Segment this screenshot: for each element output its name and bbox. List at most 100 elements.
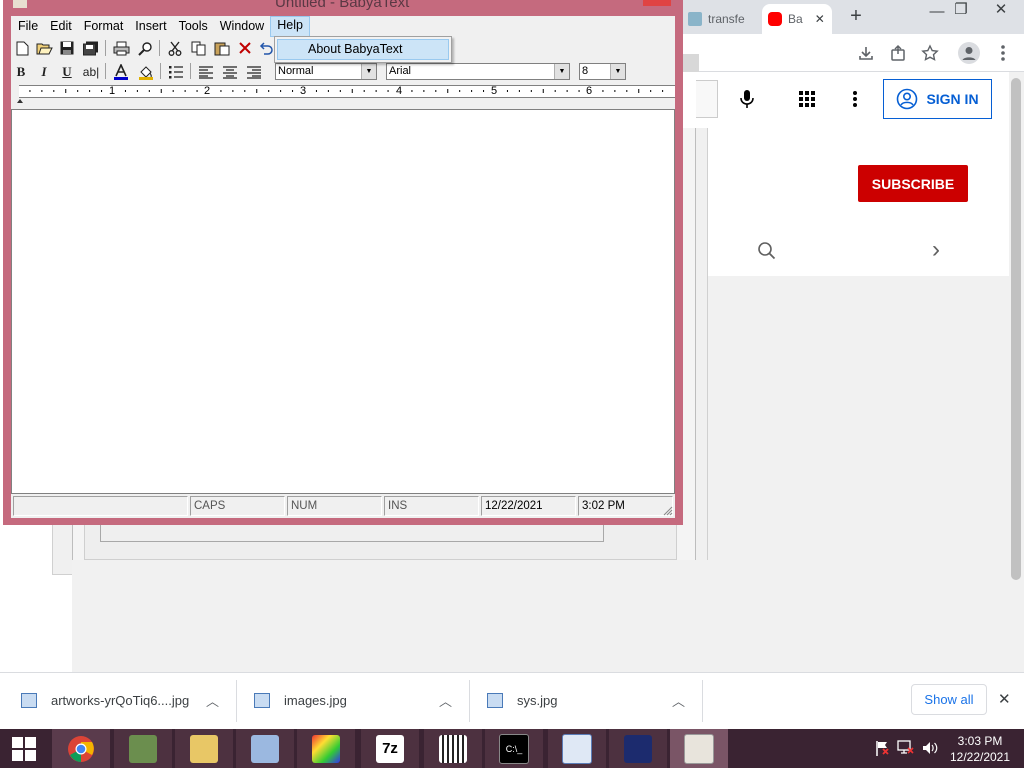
new-tab-button[interactable]: +	[846, 6, 866, 26]
font-color-icon[interactable]	[112, 64, 130, 80]
toolbar-separator	[105, 40, 106, 56]
volume-icon[interactable]	[921, 740, 939, 756]
menu-insert[interactable]: Insert	[129, 17, 172, 36]
taskbar-paint-brush[interactable]	[236, 729, 294, 768]
sign-in-button[interactable]: SIGN IN	[883, 79, 992, 119]
ruler-number: 2	[204, 85, 211, 97]
italic-button[interactable]: I	[36, 64, 52, 80]
restore-icon[interactable]: ❐	[952, 0, 970, 20]
close-window-icon[interactable]: ✕	[992, 0, 1010, 20]
apps-grid-icon[interactable]	[797, 89, 817, 109]
highlight-color-icon[interactable]	[137, 64, 155, 80]
menu-item-about[interactable]: About BabyaText	[277, 39, 449, 60]
save-all-icon[interactable]	[82, 40, 99, 56]
menu-window[interactable]: Window	[214, 17, 270, 36]
taskbar-chrome[interactable]	[52, 729, 110, 768]
taskbar-tree-app[interactable]	[114, 729, 172, 768]
taskbar-suite-app[interactable]	[609, 729, 667, 768]
piano-icon	[439, 734, 467, 763]
chevron-up-icon[interactable]: ︿	[672, 691, 685, 710]
font-size-select[interactable]: 8 ▼	[579, 63, 626, 80]
menu-format[interactable]: Format	[78, 17, 130, 36]
show-all-button[interactable]: Show all	[911, 684, 987, 715]
style-select[interactable]: Normal ▼	[275, 63, 377, 80]
action-center-flag-icon[interactable]	[874, 739, 890, 757]
menu-tools[interactable]: Tools	[173, 17, 214, 36]
ruler[interactable]: 1 2 3 4 5 6	[19, 85, 675, 98]
chevron-up-icon[interactable]: ︿	[206, 691, 219, 710]
cut-icon[interactable]	[167, 40, 183, 56]
subscribe-button[interactable]: SUBSCRIBE	[858, 165, 968, 202]
strikethrough-button[interactable]: ab|	[81, 64, 101, 80]
close-button[interactable]	[643, 0, 671, 6]
font-select-value: Arial	[389, 65, 412, 77]
babyatext-title-bar[interactable]: Untitled - BabyaText	[3, 0, 683, 10]
share-icon[interactable]	[888, 43, 908, 63]
menu-help[interactable]: Help	[270, 16, 310, 37]
chevron-down-icon[interactable]: ▼	[554, 64, 569, 79]
taskbar-folder-mail[interactable]	[175, 729, 233, 768]
network-icon[interactable]	[897, 740, 915, 756]
tab-close-icon[interactable]: ✕	[815, 12, 825, 26]
taskbar-7zip[interactable]: 7z	[361, 729, 419, 768]
new-document-icon[interactable]	[14, 40, 30, 56]
undo-icon[interactable]	[259, 40, 273, 56]
profile-avatar-icon[interactable]	[958, 42, 980, 64]
ruler-number: 5	[491, 85, 498, 97]
align-center-icon[interactable]	[221, 64, 238, 80]
bullet-list-icon[interactable]	[167, 64, 184, 80]
taskbar-paint-app[interactable]	[297, 729, 355, 768]
download-item[interactable]: sys.jpg ︿	[487, 683, 687, 717]
microphone-icon[interactable]	[737, 88, 757, 110]
chevron-right-icon[interactable]: ›	[932, 238, 948, 262]
align-left-icon[interactable]	[197, 64, 214, 80]
close-downloads-icon[interactable]: ✕	[998, 690, 1014, 708]
align-right-icon[interactable]	[245, 64, 262, 80]
print-preview-icon[interactable]	[137, 40, 153, 56]
download-item[interactable]: artworks-yrQoTiq6....jpg ︿	[21, 683, 221, 717]
underline-button[interactable]: U	[59, 64, 75, 80]
menu-file[interactable]: File	[11, 17, 44, 36]
font-select[interactable]: Arial ▼	[386, 63, 570, 80]
paint-palette-icon	[312, 734, 340, 763]
status-message	[13, 496, 188, 516]
minimize-icon[interactable]: —	[928, 2, 946, 22]
open-folder-icon[interactable]	[36, 40, 53, 56]
taskbar-terminal[interactable]: C:\_	[485, 729, 543, 768]
chevron-down-icon[interactable]: ▼	[610, 64, 625, 79]
resize-grip-icon[interactable]	[662, 505, 673, 516]
chevron-up-icon[interactable]: ︿	[439, 691, 452, 710]
bold-button[interactable]: B	[13, 64, 29, 80]
search-icon[interactable]	[757, 241, 777, 261]
download-item[interactable]: images.jpg ︿	[254, 683, 454, 717]
chevron-down-icon[interactable]: ▼	[361, 64, 376, 79]
browser-tab-youtube[interactable]: Ba ✕	[762, 4, 832, 34]
print-icon[interactable]	[113, 40, 130, 56]
menu-edit[interactable]: Edit	[44, 17, 78, 36]
tree-icon	[129, 734, 157, 763]
taskbar-babyatext[interactable]	[670, 729, 728, 768]
taskbar-document-app[interactable]	[548, 729, 606, 768]
copy-icon[interactable]	[190, 40, 207, 56]
start-button[interactable]	[0, 729, 48, 768]
clock-date: 12/22/2021	[949, 750, 1011, 764]
indent-marker[interactable]	[17, 99, 23, 103]
browser-tab-transfer[interactable]: transfe	[688, 4, 760, 34]
youtube-icon	[768, 12, 782, 26]
download-separator	[236, 680, 237, 722]
paste-icon[interactable]	[213, 40, 230, 56]
delete-icon[interactable]	[237, 40, 253, 56]
youtube-search-box-edge[interactable]	[696, 80, 718, 118]
browser-menu-icon[interactable]	[996, 43, 1010, 63]
status-time: 3:02 PM	[578, 496, 673, 516]
youtube-content-area	[708, 276, 1024, 672]
taskbar-piano[interactable]	[424, 729, 482, 768]
install-icon[interactable]	[856, 43, 876, 63]
bookmark-star-icon[interactable]	[920, 43, 940, 63]
youtube-settings-dots-icon[interactable]	[848, 89, 862, 109]
clock[interactable]: 3:03 PM 12/22/2021	[944, 733, 1016, 765]
browser-scrollbar-thumb[interactable]	[1011, 78, 1021, 580]
document-editor[interactable]	[11, 109, 675, 494]
chrome-icon	[68, 735, 94, 762]
save-icon[interactable]	[59, 40, 75, 56]
